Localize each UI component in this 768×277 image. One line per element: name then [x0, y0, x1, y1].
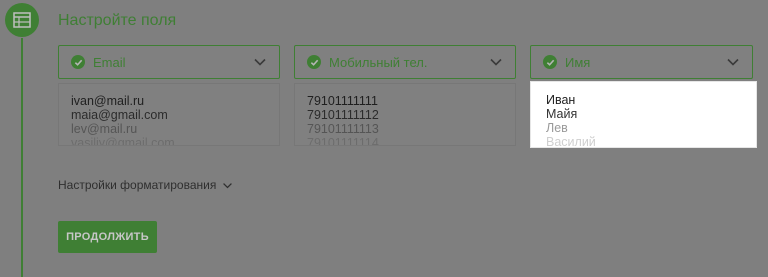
formatting-settings-label: Настройки форматирования — [58, 178, 217, 192]
check-circle-icon — [307, 55, 321, 69]
preview-value: 79101111111 — [307, 94, 378, 108]
chevron-down-icon — [223, 182, 233, 188]
check-circle-icon — [71, 55, 85, 69]
step-indicator — [5, 3, 39, 37]
column-preview-mobile: 79101111111 79101111112 79101111113 7910… — [294, 83, 516, 146]
preview-value: lev@mail.ru — [71, 122, 138, 136]
dimmed-overlay: Настройте поля Email ivan@mail.ru maia@g… — [0, 0, 768, 277]
preview-value: 79101111112 — [307, 108, 379, 122]
field-select-email[interactable]: Email — [58, 45, 280, 79]
field-select-label: Мобильный тел. — [329, 54, 428, 70]
page-title: Настройте поля — [58, 12, 177, 29]
preview-value: 79101111113 — [307, 122, 379, 136]
field-select-mobile[interactable]: Мобильный тел. — [294, 45, 516, 79]
preview-value: Василий — [546, 135, 596, 148]
chevron-down-icon — [254, 58, 266, 66]
formatting-settings-link[interactable]: Настройки форматирования — [58, 178, 233, 192]
preview-value: Майя — [546, 107, 578, 121]
field-select-label: Имя — [565, 54, 591, 70]
continue-button[interactable]: ПРОДОЛЖИТЬ — [58, 221, 157, 253]
preview-value: ivan@mail.ru — [71, 94, 145, 108]
preview-value: maia@gmail.com — [71, 108, 168, 122]
preview-value: vasiliy@gmail.com — [71, 136, 175, 146]
chevron-down-icon — [727, 58, 739, 66]
column-preview-name-highlighted: Иван Майя Лев Василий — [530, 81, 757, 148]
preview-value: Иван — [546, 93, 576, 107]
field-select-label: Email — [93, 54, 126, 70]
chevron-down-icon — [490, 58, 502, 66]
check-circle-icon — [543, 55, 557, 69]
preview-value: 79101111114 — [307, 136, 379, 146]
field-select-name[interactable]: Имя — [530, 45, 753, 79]
column-preview-email: ivan@mail.ru maia@gmail.com lev@mail.ru … — [58, 83, 280, 146]
table-icon — [13, 12, 31, 28]
preview-value: Лев — [546, 121, 568, 135]
step-connector-line — [21, 38, 23, 277]
